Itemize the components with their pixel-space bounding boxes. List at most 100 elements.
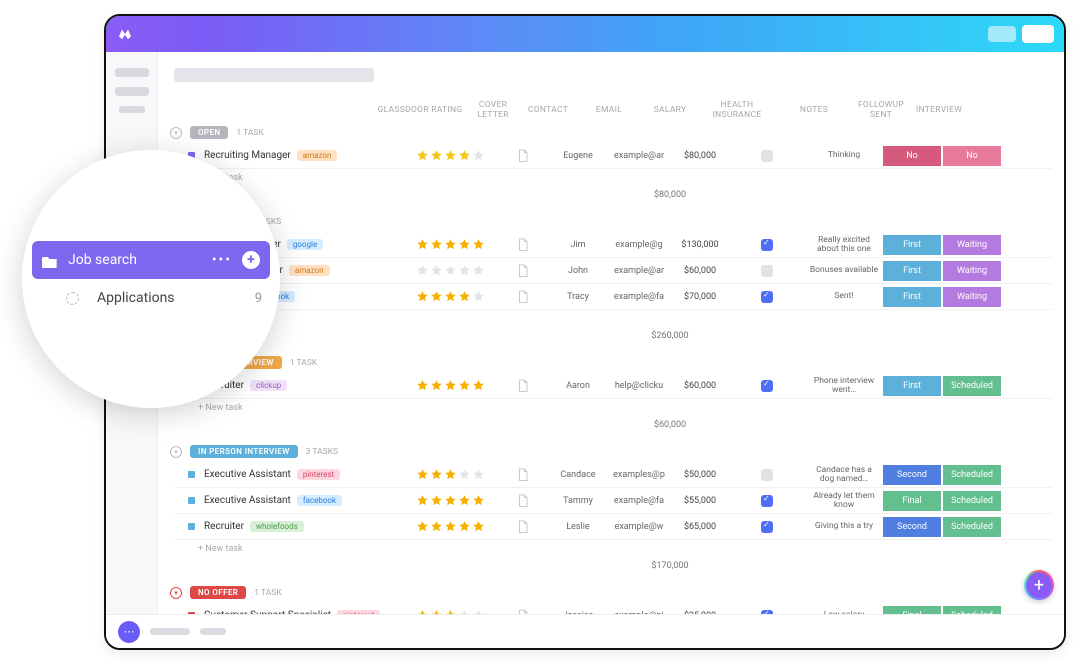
salary-cell[interactable]: $130,000: [672, 240, 728, 250]
col-email[interactable]: EMAIL: [576, 105, 642, 115]
followup-cell[interactable]: Final: [883, 491, 941, 511]
interview-cell[interactable]: Scheduled: [943, 376, 1001, 396]
salary-cell[interactable]: $60,000: [672, 266, 728, 276]
rating-stars[interactable]: [404, 379, 496, 392]
checkbox-icon[interactable]: [761, 150, 773, 162]
sidebar-list-item[interactable]: Applications 9: [22, 279, 280, 317]
rating-stars[interactable]: [404, 290, 496, 303]
followup-cell[interactable]: First: [883, 376, 941, 396]
email-cell[interactable]: example@g: [606, 240, 672, 250]
salary-cell[interactable]: $70,000: [672, 292, 728, 302]
cover-letter-icon[interactable]: [496, 238, 550, 252]
company-tag[interactable]: pinterest: [297, 469, 340, 480]
status-pill[interactable]: IN PERSON INTERVIEW: [190, 445, 298, 458]
notes-cell[interactable]: Thinking: [806, 151, 882, 160]
rating-stars[interactable]: [404, 149, 496, 162]
checkbox-icon[interactable]: [761, 380, 773, 392]
health-cell[interactable]: [728, 380, 806, 392]
task-row[interactable]: Recruiter clickup Aaron help@clicku $60,…: [174, 373, 1052, 399]
col-health[interactable]: HEALTH INSURANCE: [698, 100, 776, 120]
contact-cell[interactable]: Jim: [550, 240, 606, 250]
interview-cell[interactable]: Waiting: [943, 235, 1001, 255]
email-cell[interactable]: example@w: [606, 522, 672, 532]
email-cell[interactable]: examples@p: [606, 470, 672, 480]
salary-cell[interactable]: $80,000: [672, 151, 728, 161]
company-tag[interactable]: clickup: [250, 380, 287, 391]
interview-cell[interactable]: Scheduled: [943, 465, 1001, 485]
contact-cell[interactable]: Candace: [550, 470, 606, 480]
col-notes[interactable]: NOTES: [776, 105, 852, 115]
company-tag[interactable]: facebook: [297, 495, 342, 506]
contact-cell[interactable]: Tracy: [550, 292, 606, 302]
task-title[interactable]: Recruiting Manager: [204, 150, 291, 161]
company-tag[interactable]: wholefoods: [250, 521, 304, 532]
rating-stars[interactable]: [404, 468, 496, 481]
task-title[interactable]: Executive Assistant: [204, 495, 291, 506]
checkbox-icon[interactable]: [761, 291, 773, 303]
notes-cell[interactable]: Already let them know: [806, 492, 882, 510]
add-fab[interactable]: +: [1024, 570, 1054, 600]
sidebar-folder-active[interactable]: Job search ••• +: [32, 241, 270, 279]
followup-cell[interactable]: Second: [883, 465, 941, 485]
task-title[interactable]: Executive Assistant: [204, 469, 291, 480]
status-dot[interactable]: [188, 471, 195, 478]
email-cell[interactable]: example@fa: [606, 496, 672, 506]
email-cell[interactable]: example@ar: [606, 151, 672, 161]
col-contact[interactable]: CONTACT: [520, 105, 576, 115]
notes-cell[interactable]: Phone interview went…: [806, 377, 882, 395]
health-cell[interactable]: [728, 291, 806, 303]
task-row[interactable]: Recruiter facebook Tracy example@fa $70,…: [174, 284, 1052, 310]
health-cell[interactable]: [728, 469, 806, 481]
notes-cell[interactable]: Giving this a try: [806, 522, 882, 531]
health-cell[interactable]: [728, 239, 806, 251]
rating-stars[interactable]: [404, 494, 496, 507]
topbar-button-b[interactable]: [1022, 25, 1054, 43]
health-cell[interactable]: [728, 265, 806, 277]
status-pill[interactable]: OPEN: [190, 126, 228, 139]
col-followup[interactable]: FOLLOWUP SENT: [852, 100, 910, 120]
cover-letter-icon[interactable]: [496, 290, 550, 304]
contact-cell[interactable]: Aaron: [550, 381, 606, 391]
salary-cell[interactable]: $55,000: [672, 496, 728, 506]
collapse-icon[interactable]: ▾: [170, 127, 182, 139]
interview-cell[interactable]: Scheduled: [943, 491, 1001, 511]
rating-stars[interactable]: [404, 520, 496, 533]
contact-cell[interactable]: Eugene: [550, 151, 606, 161]
cover-letter-icon[interactable]: [496, 149, 550, 163]
salary-cell[interactable]: $65,000: [672, 522, 728, 532]
task-row[interactable]: Executive Assistant pinterest Candace ex…: [174, 462, 1052, 488]
email-cell[interactable]: example@fa: [606, 292, 672, 302]
new-task-button[interactable]: + New task: [174, 169, 1052, 185]
followup-cell[interactable]: First: [883, 287, 941, 307]
interview-cell[interactable]: No: [943, 146, 1001, 166]
interview-cell[interactable]: Waiting: [943, 287, 1001, 307]
col-interview[interactable]: INTERVIEW: [910, 105, 968, 115]
status-dot[interactable]: [188, 523, 195, 530]
interview-cell[interactable]: Scheduled: [943, 517, 1001, 537]
checkbox-icon[interactable]: [761, 239, 773, 251]
checkbox-icon[interactable]: [761, 469, 773, 481]
interview-cell[interactable]: Waiting: [943, 261, 1001, 281]
cover-letter-icon[interactable]: [496, 379, 550, 393]
rating-stars[interactable]: [404, 264, 496, 277]
cover-letter-icon[interactable]: [496, 468, 550, 482]
health-cell[interactable]: [728, 150, 806, 162]
add-icon[interactable]: +: [242, 251, 260, 269]
rating-stars[interactable]: [404, 238, 496, 251]
company-tag[interactable]: google: [287, 239, 323, 250]
status-dot[interactable]: [188, 497, 195, 504]
email-cell[interactable]: example@ar: [606, 266, 672, 276]
task-row[interactable]: Recruiting Manager amazon Eugene example…: [174, 143, 1052, 169]
cover-letter-icon[interactable]: [496, 494, 550, 508]
collapse-icon[interactable]: ▾: [170, 587, 182, 599]
checkbox-icon[interactable]: [761, 521, 773, 533]
topbar-button-a[interactable]: [988, 26, 1016, 42]
followup-cell[interactable]: First: [883, 261, 941, 281]
checkbox-icon[interactable]: [761, 265, 773, 277]
col-cover[interactable]: COVER LETTER: [466, 100, 520, 120]
contact-cell[interactable]: Leslie: [550, 522, 606, 532]
more-icon[interactable]: •••: [212, 252, 232, 268]
health-cell[interactable]: [728, 521, 806, 533]
col-salary[interactable]: SALARY: [642, 105, 698, 115]
cover-letter-icon[interactable]: [496, 520, 550, 534]
